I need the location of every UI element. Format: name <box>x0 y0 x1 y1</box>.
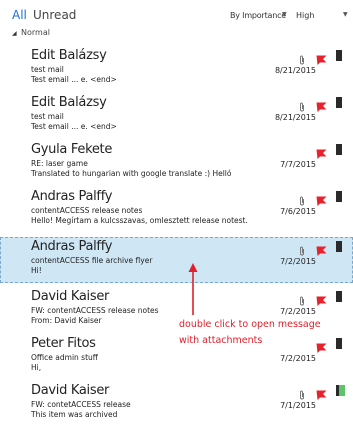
message-sender: Andras Palffy <box>31 189 113 204</box>
message-date: 8/21/2015 <box>274 113 316 122</box>
chevron-down-icon[interactable]: ▼ <box>343 11 348 18</box>
message-date: 7/6/2015 <box>280 207 316 216</box>
flag-icon[interactable] <box>316 291 327 306</box>
category-icon[interactable] <box>336 241 342 252</box>
category-icon[interactable] <box>336 385 345 396</box>
message-item[interactable]: David Kaiser FW: contetACCESS release This… <box>0 381 353 427</box>
message-preview: From: David Kaiser <box>31 316 102 325</box>
paperclip-icon <box>299 191 305 206</box>
category-icon[interactable] <box>336 338 342 349</box>
message-preview: Test email ... e. <end> <box>31 75 117 84</box>
message-preview: Hi! <box>31 266 42 275</box>
message-sender: David Kaiser <box>31 289 110 304</box>
message-subject: test mail <box>31 112 64 121</box>
flag-icon[interactable] <box>316 144 327 159</box>
message-item[interactable]: Andras Palffy contentACCESS file archive … <box>0 237 353 283</box>
message-sender: Peter Fitos <box>31 336 96 351</box>
tab-all[interactable]: All <box>12 8 27 22</box>
flag-icon[interactable] <box>316 385 327 400</box>
tab-unread[interactable]: Unread <box>33 8 76 22</box>
annotation-line-2: with attachments <box>179 335 263 346</box>
paperclip-icon <box>299 385 305 400</box>
paperclip-icon <box>299 50 305 65</box>
flag-icon[interactable] <box>316 241 327 256</box>
chevron-down-icon[interactable]: ▼ <box>282 11 287 18</box>
message-item[interactable]: Edit Balázsy test mail Test email ... e. <… <box>0 46 353 92</box>
collapse-triangle-icon[interactable]: ◢ <box>12 30 17 37</box>
message-sender: Andras Palffy <box>31 239 113 254</box>
message-date: 7/2/2015 <box>280 257 316 266</box>
message-date: 7/1/2015 <box>280 401 316 410</box>
sort-order-dropdown[interactable]: High <box>296 11 314 20</box>
message-item[interactable]: Andras Palffy contentACCESS release notes… <box>0 187 353 233</box>
message-preview: Translated to hungarian with google tran… <box>31 169 232 178</box>
message-subject: test mail <box>31 65 64 74</box>
flag-icon[interactable] <box>316 191 327 206</box>
annotation-arrow <box>188 263 198 315</box>
message-item[interactable]: Edit Balázsy test mail Test email ... e. <… <box>0 93 353 139</box>
paperclip-icon <box>299 241 305 256</box>
message-preview: Test email ... e. <end> <box>31 122 117 131</box>
message-subject: RE: laser game <box>31 159 88 168</box>
paperclip-icon <box>299 97 305 112</box>
message-subject: contentACCESS release notes <box>31 206 143 215</box>
message-sender: Edit Balázsy <box>31 95 107 110</box>
category-icon[interactable] <box>336 144 342 155</box>
category-icon[interactable] <box>336 291 342 302</box>
category-icon[interactable] <box>336 50 342 61</box>
category-icon[interactable] <box>336 97 342 108</box>
annotation-text: double click to open message with attach… <box>179 317 321 349</box>
message-date: 7/2/2015 <box>280 354 316 363</box>
category-icon[interactable] <box>336 191 342 202</box>
group-label: Normal <box>21 28 50 37</box>
message-subject: Office admin stuff <box>31 353 98 362</box>
sort-by-dropdown[interactable]: By Importance <box>230 11 286 20</box>
paperclip-icon <box>299 291 305 306</box>
message-date: 8/21/2015 <box>274 66 316 75</box>
message-preview: Hi, <box>31 363 42 372</box>
flag-icon[interactable] <box>316 50 327 65</box>
message-date: 7/7/2015 <box>280 160 316 169</box>
message-sender: Gyula Fekete <box>31 142 113 157</box>
message-list-toolbar: All Unread By Importance ▼ High ▼ <box>0 0 353 24</box>
message-item[interactable]: Gyula Fekete RE: laser game Translated to … <box>0 140 353 186</box>
message-subject: FW: contentACCESS release notes <box>31 306 159 315</box>
flag-icon[interactable] <box>316 97 327 112</box>
message-sender: David Kaiser <box>31 383 110 398</box>
message-sender: Edit Balázsy <box>31 48 107 63</box>
message-subject: contentACCESS file archive flyer <box>31 256 153 265</box>
message-date: 7/2/2015 <box>280 307 316 316</box>
message-preview: This item was archived <box>31 410 118 419</box>
message-preview: Hello! Megírtam a kulcsszavas, omlesztet… <box>31 216 248 225</box>
annotation-line-1: double click to open message <box>179 319 321 330</box>
message-subject: FW: contetACCESS release <box>31 400 131 409</box>
